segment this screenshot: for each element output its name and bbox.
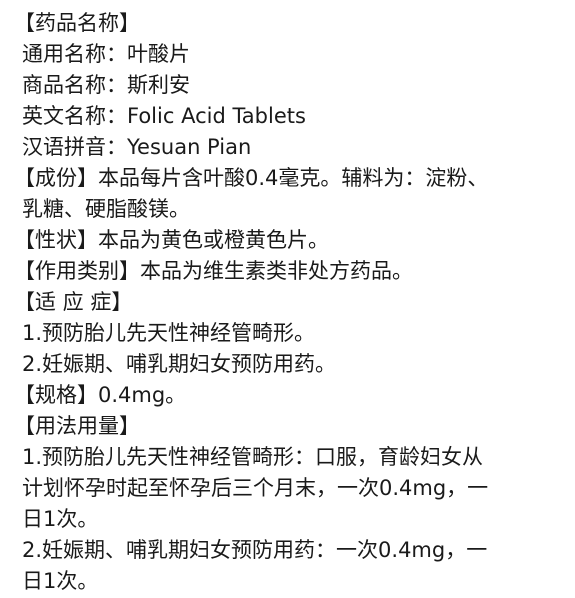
section-heading-indications: 【适 应 症】	[14, 290, 133, 314]
appearance-line: 【性状】本品为黄色或橙黄色片。	[14, 228, 329, 252]
specification-line: 【规格】0.4mg。	[14, 383, 187, 407]
pinyin-name-line: 汉语拼音：Yesuan Pian	[22, 135, 252, 159]
ingredients-line: 【成份】本品每片含叶酸0.4毫克。辅料为：淀粉、	[14, 166, 489, 190]
drug-label-text: 【药品名称】 通用名称：叶酸片 商品名称：斯利安 英文名称：Folic Acid…	[14, 8, 570, 597]
category-line: 【作用类别】本品为维生素类非处方药品。	[14, 259, 413, 283]
ingredients-line-continued: 乳糖、硬脂酸镁。	[22, 197, 190, 221]
english-name-line: 英文名称：Folic Acid Tablets	[22, 104, 306, 128]
dosage-item-continued: 计划怀孕时起至怀孕后三个月末，一次0.4mg，一	[22, 476, 489, 500]
generic-name-line: 通用名称：叶酸片	[22, 42, 190, 66]
section-heading-dosage: 【用法用量】	[14, 414, 140, 438]
section-heading-drug-name: 【药品名称】	[14, 11, 140, 35]
dosage-item: 2.妊娠期、哺乳期妇女预防用药：一次0.4mg，一	[22, 538, 488, 562]
dosage-item-continued: 日1次。	[22, 569, 99, 593]
indication-item: 1.预防胎儿先天性神经管畸形。	[22, 321, 316, 345]
dosage-item: 1.预防胎儿先天性神经管畸形：口服，育龄妇女从	[22, 445, 484, 469]
dosage-item-continued: 日1次。	[22, 507, 99, 531]
trade-name-line: 商品名称：斯利安	[22, 73, 190, 97]
indication-item: 2.妊娠期、哺乳期妇女预防用药。	[22, 352, 337, 376]
